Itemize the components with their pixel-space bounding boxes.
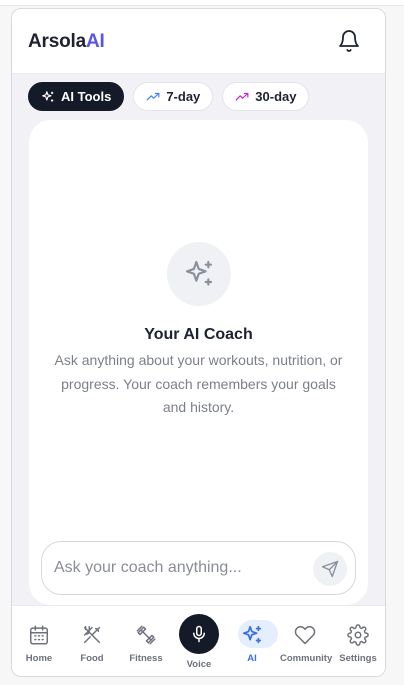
microphone-icon [193,625,205,643]
tab-label: AI Tools [61,89,112,104]
nav-label: Home [25,653,53,664]
nav-settings[interactable]: Settings [333,624,383,664]
bell-icon[interactable] [337,29,361,53]
tab-ai-tools[interactable]: AI Tools [28,82,125,111]
dumbbell-icon [136,625,156,645]
heart-icon [294,626,316,645]
logo-main: Arsola [28,31,86,52]
tab-label: 7-day [166,89,201,104]
top-strip [0,0,404,6]
send-button[interactable] [313,552,347,586]
gear-icon [347,624,369,646]
utensils-icon [83,626,101,644]
app-header: ArsolaAI [12,9,385,74]
voice-button[interactable] [179,614,219,654]
nav-label: AI [247,653,257,664]
nav-label: Community [280,653,333,664]
coach-card: Your AI Coach Ask anything about your wo… [29,120,368,605]
nav-voice[interactable]: Voice [179,614,219,676]
sparkles-icon [242,625,262,644]
coach-sparkles-icon [167,242,231,306]
nav-fitness[interactable]: Fitness [121,624,171,664]
send-icon [321,560,339,578]
nav-community[interactable]: Community [280,624,333,664]
coach-description: Ask anything about your workouts, nutrit… [54,352,343,415]
calendar-icon [30,625,48,645]
chat-input[interactable] [54,556,304,580]
nav-home[interactable]: Home [14,624,64,664]
trending-up-icon [146,92,160,100]
nav-label: Food [80,653,104,664]
app-frame: ArsolaAI AI Tools 7-day 30-day Your AI C… [11,8,386,677]
nav-label: Settings [339,653,377,664]
tab-30-day[interactable]: 30-day [222,82,310,111]
chat-input-box [41,541,356,595]
nav-label: Voice [186,659,212,670]
tab-label: 30-day [255,89,297,104]
logo-accent: AI [85,31,105,52]
nav-ai[interactable]: AI [227,620,278,664]
trending-up-icon [235,92,249,100]
bottom-nav: Home Food Fitness Voice AI Community Set… [12,605,385,676]
tab-7-day[interactable]: 7-day [133,82,214,111]
sparkles-icon [42,90,54,102]
nav-label: Fitness [129,653,163,664]
tool-tabs: AI Tools 7-day 30-day [28,82,310,112]
app-logo[interactable]: ArsolaAI [28,31,105,53]
coach-title: Your AI Coach [144,326,253,343]
nav-food[interactable]: Food [67,624,117,664]
